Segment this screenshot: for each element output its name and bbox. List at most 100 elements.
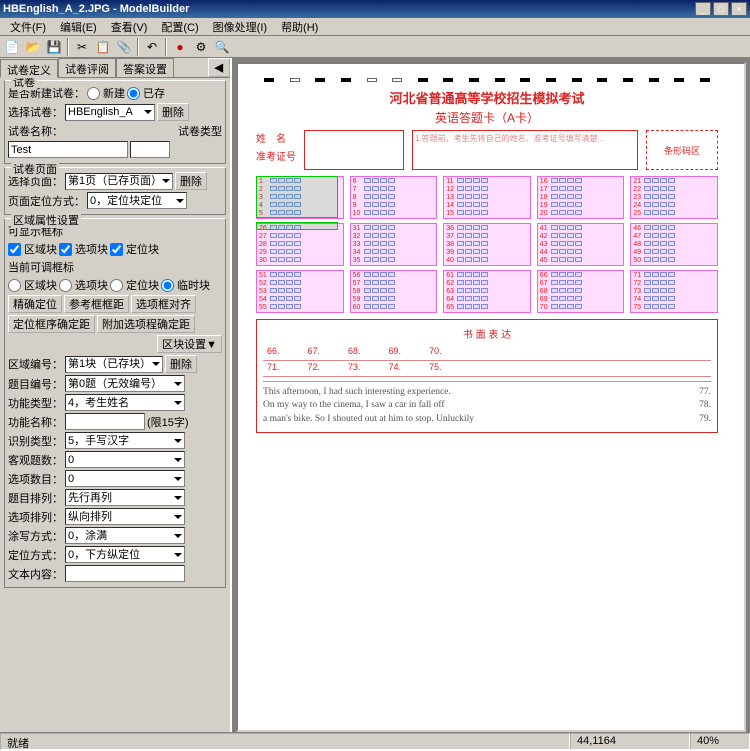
opt-arrange-label: 选项排列： bbox=[8, 509, 63, 525]
opt-count-combo[interactable]: 0 bbox=[65, 470, 185, 487]
radio-new[interactable] bbox=[87, 87, 100, 100]
zoom-icon[interactable]: 🔍 bbox=[212, 37, 232, 57]
selection-highlight-1 bbox=[256, 176, 338, 218]
q-arrange-label: 题目排列： bbox=[8, 490, 63, 506]
answer-sheet: 河北省普通高等学校招生模拟考试 英语答题卡（A卡） 姓 名 准考证号 1.答题前… bbox=[238, 64, 736, 447]
written-area: 书 面 表 达 66.67.68.69.70. 71.72.73.74.75. … bbox=[256, 319, 718, 433]
copy-icon[interactable]: 📋 bbox=[93, 37, 113, 57]
timing-marks-top bbox=[256, 78, 718, 86]
delete-page-button[interactable]: 删除 bbox=[175, 172, 207, 190]
rb-region[interactable] bbox=[8, 279, 21, 292]
delete-region-button[interactable]: 删除 bbox=[165, 355, 197, 373]
q-arrange-combo[interactable]: 先行再列 bbox=[65, 489, 185, 506]
maximize-button[interactable]: □ bbox=[713, 2, 729, 16]
status-bar: 就绪 44,1164 40% bbox=[0, 732, 750, 750]
menu-edit[interactable]: 编辑(E) bbox=[54, 18, 103, 36]
btn-addopt[interactable]: 附加选项程确定距 bbox=[97, 315, 195, 333]
opt-arrange-combo[interactable]: 纵向排列 bbox=[65, 508, 185, 525]
window-title: HBEnglish_A_2.JPG - ModelBuilder bbox=[3, 3, 695, 15]
select-page-combo[interactable]: 第1页（已存页面） bbox=[65, 173, 173, 190]
window-buttons: _ □ × bbox=[695, 2, 747, 16]
barcode-area: 条形码区 bbox=[646, 130, 718, 170]
btn-precise[interactable]: 精确定位 bbox=[8, 295, 62, 313]
paper-name-label: 试卷名称： bbox=[8, 123, 63, 139]
paper-type-label: 试卷类型 bbox=[178, 123, 222, 139]
btn-region-config[interactable]: 区块设置▼ bbox=[157, 335, 222, 353]
essay-text: This afternoon, I had such interesting e… bbox=[263, 381, 711, 426]
locate-combo[interactable]: 0，下方纵定位 bbox=[65, 546, 185, 563]
sheet-title: 河北省普通高等学校招生模拟考试 bbox=[256, 88, 718, 107]
title-bar: HBEnglish_A_2.JPG - ModelBuilder _ □ × bbox=[0, 0, 750, 18]
opt-count-label: 选项数目： bbox=[8, 471, 63, 487]
show-frame-label: 可显示框标 bbox=[8, 223, 63, 239]
paper-name-input[interactable] bbox=[8, 141, 128, 158]
rb-option[interactable] bbox=[59, 279, 72, 292]
id-grid bbox=[304, 130, 404, 170]
panel-collapse-button[interactable]: ◀ bbox=[208, 58, 230, 77]
canvas[interactable]: 河北省普通高等学校招生模拟考试 英语答题卡（A卡） 姓 名 准考证号 1.答题前… bbox=[236, 62, 746, 732]
cb-option[interactable] bbox=[59, 243, 72, 256]
select-paper-label: 选择试卷： bbox=[8, 104, 63, 120]
right-panel: 河北省普通高等学校招生模拟考试 英语答题卡（A卡） 姓 名 准考证号 1.答题前… bbox=[232, 58, 750, 736]
btn-refrect[interactable]: 参考框框距 bbox=[64, 295, 129, 313]
cb-locate[interactable] bbox=[110, 243, 123, 256]
text-content-label: 文本内容： bbox=[8, 566, 63, 582]
obj-count-combo[interactable]: 0 bbox=[65, 451, 185, 468]
paste-icon[interactable]: 📎 bbox=[114, 37, 134, 57]
selection-highlight-2 bbox=[256, 222, 338, 230]
rb-locate[interactable] bbox=[110, 279, 123, 292]
status-zoom: 40% bbox=[690, 733, 750, 750]
smear-combo[interactable]: 0，涂满 bbox=[65, 527, 185, 544]
minimize-button[interactable]: _ bbox=[695, 2, 711, 16]
id-label: 准考证号 bbox=[256, 148, 296, 163]
menu-image[interactable]: 图像处理(I) bbox=[207, 18, 273, 36]
save-icon[interactable]: 💾 bbox=[44, 37, 64, 57]
page-pos-label: 页面定位方式： bbox=[8, 193, 85, 209]
new-icon[interactable]: 📄 bbox=[2, 37, 22, 57]
delete-paper-button[interactable]: 删除 bbox=[157, 103, 189, 121]
tab-answer[interactable]: 答案设置 bbox=[116, 58, 174, 77]
cut-icon[interactable]: ✂ bbox=[72, 37, 92, 57]
question-no-combo[interactable]: 第0题（无效编号） bbox=[65, 375, 185, 392]
instruction-box: 1.答题前，考生先将自己的姓名、准考证号填写清楚... bbox=[412, 130, 638, 170]
btn-locarr[interactable]: 定位框序确定距 bbox=[8, 315, 95, 333]
undo-icon[interactable]: ↶ bbox=[142, 37, 162, 57]
rb-temp[interactable] bbox=[161, 279, 174, 292]
select-paper-combo[interactable]: HBEnglish_A bbox=[65, 104, 155, 121]
smear-label: 涂写方式： bbox=[8, 528, 63, 544]
region-no-combo[interactable]: 第1块（已存块） bbox=[65, 356, 163, 373]
tab-review[interactable]: 试卷评阅 bbox=[58, 58, 116, 77]
menu-file[interactable]: 文件(F) bbox=[4, 18, 52, 36]
func-name-input[interactable] bbox=[65, 413, 145, 430]
page-pos-combo[interactable]: 0，定位块定位 bbox=[87, 192, 187, 209]
locate-label: 定位方式： bbox=[8, 547, 63, 563]
group-page: 选择页面： 第1页（已存页面） 删除 页面定位方式： 0，定位块定位 bbox=[4, 167, 226, 215]
menu-config[interactable]: 配置(C) bbox=[155, 18, 204, 36]
func-type-combo[interactable]: 4，考生姓名 bbox=[65, 394, 185, 411]
open-icon[interactable]: 📂 bbox=[23, 37, 43, 57]
run-icon[interactable]: ● bbox=[170, 37, 190, 57]
left-panel: 试卷定义 试卷评阅 答案设置 ◀ 是否新建试卷： 新建 已存 选择试卷： HBE… bbox=[0, 58, 232, 736]
region-no-label: 区域编号： bbox=[8, 356, 63, 372]
group-paper: 是否新建试卷： 新建 已存 选择试卷： HBEnglish_A 删除 试卷名称：… bbox=[4, 80, 226, 164]
close-button[interactable]: × bbox=[731, 2, 747, 16]
config-icon[interactable]: ⚙ bbox=[191, 37, 211, 57]
written-title: 书 面 表 达 bbox=[263, 326, 711, 341]
sheet-header: 姓 名 准考证号 1.答题前，考生先将自己的姓名、准考证号填写清楚... 条形码… bbox=[256, 130, 718, 170]
menu-view[interactable]: 查看(V) bbox=[105, 18, 154, 36]
group-region: 可显示框标 区域块 选项块 定位块 当前可调框标 区域块 选项块 定位块 临时块… bbox=[4, 218, 226, 588]
rec-type-label: 识别类型： bbox=[8, 433, 63, 449]
cb-region[interactable] bbox=[8, 243, 21, 256]
func-name-label: 功能名称： bbox=[8, 414, 63, 430]
rec-type-combo[interactable]: 5，手写汉字 bbox=[65, 432, 185, 449]
edit-frame-label: 当前可调框标 bbox=[8, 259, 74, 275]
text-content-input[interactable] bbox=[65, 565, 185, 582]
tab-define[interactable]: 试卷定义 bbox=[0, 59, 58, 78]
btn-align[interactable]: 选项框对齐 bbox=[131, 295, 196, 313]
menu-bar: 文件(F) 编辑(E) 查看(V) 配置(C) 图像处理(I) 帮助(H) bbox=[0, 18, 750, 36]
question-no-label: 题目编号： bbox=[8, 376, 63, 392]
paper-type-input[interactable] bbox=[130, 141, 170, 158]
sheet-subtitle: 英语答题卡（A卡） bbox=[256, 109, 718, 126]
radio-exist[interactable] bbox=[127, 87, 140, 100]
menu-help[interactable]: 帮助(H) bbox=[275, 18, 324, 36]
